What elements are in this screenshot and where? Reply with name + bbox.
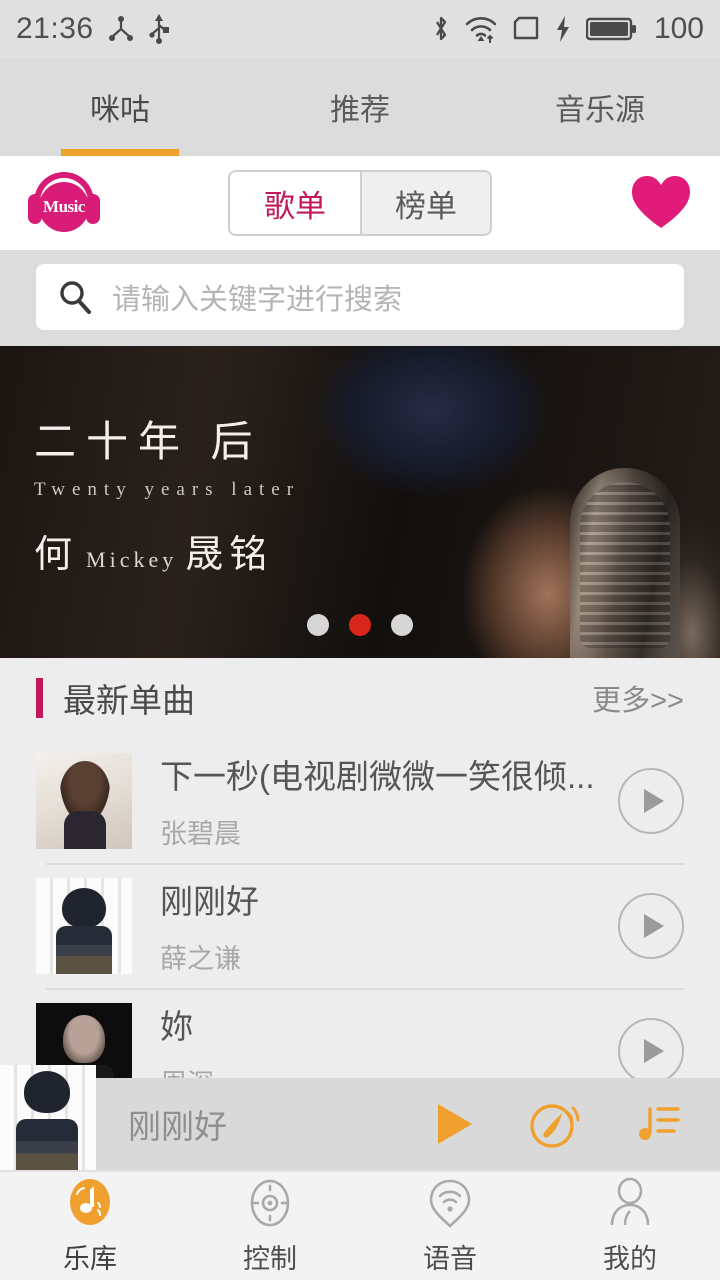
tab-recommend-label: 推荐 — [330, 94, 390, 127]
nav-item-profile[interactable]: 我的 — [540, 1177, 720, 1276]
sound-effect-icon[interactable] — [528, 1099, 584, 1149]
control-dpad-icon — [244, 1177, 296, 1229]
tab-migu[interactable]: 咪咕 — [0, 58, 240, 156]
carousel-dot-3[interactable] — [391, 614, 413, 636]
section-title: 最新单曲 — [63, 682, 195, 719]
section-header-latest-singles: 最新单曲 更多>> — [0, 658, 720, 738]
status-bar: 21:36 100 — [0, 0, 720, 58]
search-placeholder: 请输入关键字进行搜索 — [112, 284, 403, 316]
bluetooth-icon — [432, 14, 450, 44]
segment-chart[interactable]: 榜单 — [360, 172, 490, 234]
battery-percent: 100 — [653, 12, 704, 45]
song-meta: 下一秒(电视剧微微一笑很倾... 张碧晨 — [160, 750, 618, 851]
battery-icon — [585, 15, 638, 43]
mini-player-actions — [434, 1099, 720, 1149]
nav-label-voice: 语音 — [423, 1243, 477, 1274]
music-logo-icon: Music — [28, 170, 100, 236]
tab-recommend[interactable]: 推荐 — [240, 58, 480, 156]
voice-wifi-icon — [424, 1177, 476, 1229]
heart-icon[interactable] — [630, 174, 692, 232]
charging-bolt-icon — [554, 15, 572, 43]
segment-songlist-label: 歌单 — [264, 188, 326, 224]
banner-title-en: Twenty years later — [34, 479, 301, 500]
play-icon[interactable] — [434, 1101, 476, 1147]
bottom-navigation: 乐库 控制 语音 我的 — [0, 1170, 720, 1280]
usb-icon — [148, 14, 170, 44]
song-list: 下一秒(电视剧微微一笑很倾... 张碧晨 刚刚好 薛之谦 妳 周深 — [0, 738, 720, 1113]
nav-label-control: 控制 — [243, 1243, 297, 1274]
app-screen: 21:36 100 咪咕 推荐 音乐源 Music 歌单 榜单 请输入关键字进行… — [0, 0, 720, 1280]
play-triangle — [644, 1038, 664, 1063]
sdcard-icon — [512, 16, 540, 42]
search-icon — [58, 280, 92, 314]
song-meta: 刚刚好 薛之谦 — [160, 875, 618, 976]
song-title: 妳 — [160, 1008, 193, 1045]
carousel-dot-2[interactable] — [349, 614, 371, 636]
nav-item-voice[interactable]: 语音 — [360, 1177, 540, 1276]
status-bar-right: 100 — [432, 12, 704, 46]
carousel-dot-1[interactable] — [307, 614, 329, 636]
top-tab-bar: 咪咕 推荐 音乐源 — [0, 58, 720, 156]
banner-microphone — [570, 468, 680, 658]
tab-migu-label: 咪咕 — [90, 94, 150, 127]
search-bar-container: 请输入关键字进行搜索 — [0, 250, 720, 346]
mini-player-cover — [0, 1064, 96, 1175]
status-time: 21:36 — [16, 12, 94, 45]
playlist-chart-segmented-control: 歌单 榜单 — [228, 170, 492, 236]
segment-chart-label: 榜单 — [395, 188, 457, 224]
banner-artist-last: 晟铭 — [185, 534, 274, 576]
header-bar: Music 歌单 榜单 — [0, 156, 720, 250]
play-circle-icon[interactable] — [618, 892, 684, 959]
logo-text: Music — [43, 197, 85, 216]
song-cover — [36, 752, 132, 849]
song-title: 下一秒(电视剧微微一笑很倾... — [160, 758, 595, 795]
song-title: 刚刚好 — [160, 883, 259, 920]
play-triangle — [644, 788, 664, 813]
song-list-item[interactable]: 下一秒(电视剧微微一笑很倾... 张碧晨 — [36, 738, 684, 863]
nav-item-control[interactable]: 控制 — [180, 1177, 360, 1276]
wifi-icon — [464, 14, 498, 44]
mini-player-title: 刚刚好 — [128, 1108, 227, 1145]
logo-disc: Music — [39, 182, 89, 232]
banner-artist-first: 何 — [34, 534, 79, 576]
play-circle-icon[interactable] — [618, 767, 684, 834]
banner-carousel[interactable]: 二十年 后 Twenty years later 何 Mickey 晟铭 — [0, 346, 720, 658]
nav-item-music-library[interactable]: 乐库 — [0, 1177, 180, 1276]
banner-title-cn: 二十年 后 — [34, 420, 263, 466]
segment-songlist[interactable]: 歌单 — [230, 172, 360, 234]
song-cover — [36, 877, 132, 974]
nav-label-music-library: 乐库 — [63, 1243, 117, 1274]
person-icon — [604, 1177, 656, 1229]
mini-player[interactable]: 刚刚好 — [0, 1064, 720, 1175]
share-node-icon — [108, 15, 134, 43]
status-bar-left: 21:36 — [16, 12, 170, 46]
banner-artist-en: Mickey — [86, 547, 178, 572]
section-more-link[interactable]: 更多>> — [592, 677, 684, 719]
tab-music-source[interactable]: 音乐源 — [480, 58, 720, 156]
banner-artist: 何 Mickey 晟铭 — [34, 523, 300, 578]
playlist-icon[interactable] — [636, 1101, 682, 1147]
banner-text-block: 二十年 后 Twenty years later 何 Mickey 晟铭 — [34, 408, 300, 578]
nav-label-profile: 我的 — [603, 1243, 657, 1274]
play-circle-icon[interactable] — [618, 1017, 684, 1084]
song-artist: 薛之谦 — [160, 944, 241, 974]
search-input[interactable]: 请输入关键字进行搜索 — [36, 264, 684, 330]
section-accent-bar — [36, 678, 43, 718]
song-list-item[interactable]: 刚刚好 薛之谦 — [36, 863, 684, 988]
tab-music-source-label: 音乐源 — [555, 94, 645, 127]
song-artist: 张碧晨 — [160, 819, 241, 849]
carousel-dots — [307, 614, 413, 636]
music-library-icon — [64, 1177, 116, 1229]
play-triangle — [644, 913, 664, 938]
